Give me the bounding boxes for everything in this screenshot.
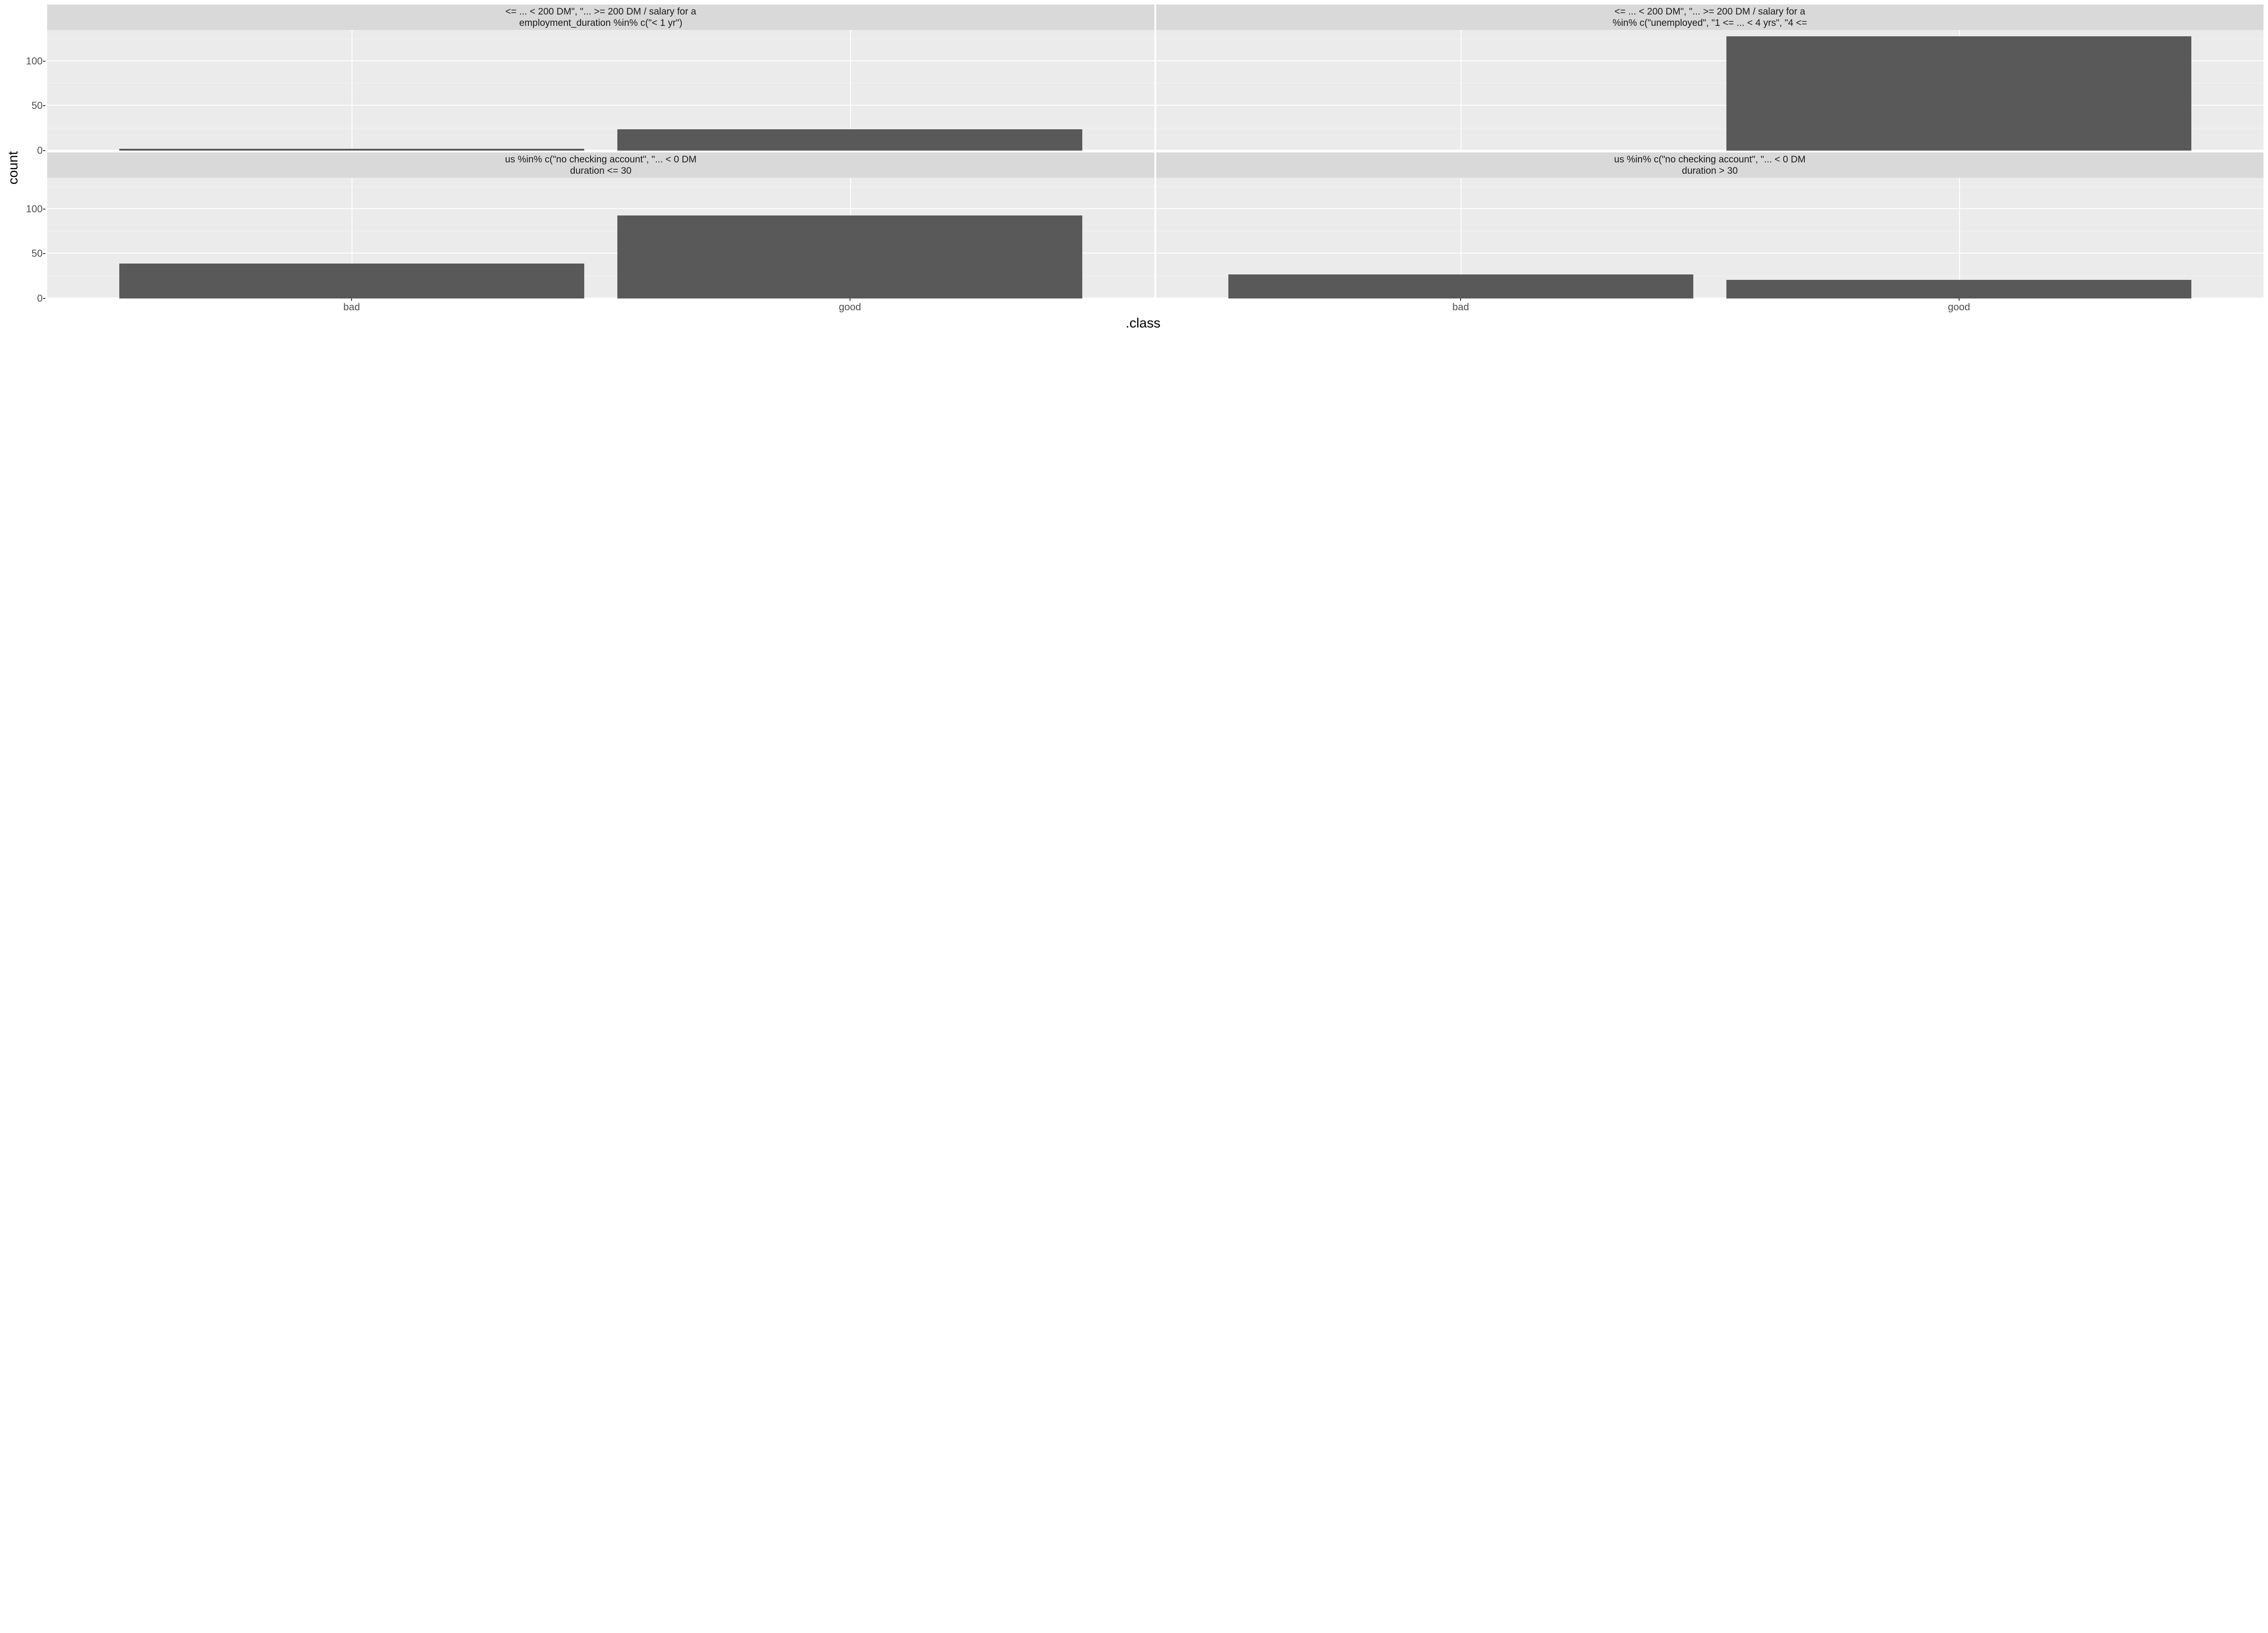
- y-axis-title-container: count: [5, 5, 23, 331]
- bar-bad: [119, 149, 584, 151]
- y-tick-label: 100: [26, 55, 43, 67]
- gridline-minor: [1156, 186, 2263, 187]
- facet-1-0: us %in% c("no checking account", "... < …: [47, 152, 1154, 298]
- y-tick-label: 50: [32, 100, 43, 112]
- strip-text-line2: duration <= 30: [570, 165, 631, 176]
- strip-text-line1: <= ... < 200 DM", "... >= 200 DM / salar…: [1614, 6, 1805, 17]
- x-tick-mark: [1959, 298, 1960, 301]
- x-tick-mark: [1460, 298, 1461, 301]
- y-tick-mark: [43, 209, 45, 210]
- y-ticks-row-1: 050100: [23, 152, 45, 298]
- chart-inner: 0 50 100 <= ... < 200 DM", "... >= 200 DM …: [23, 5, 2263, 331]
- bar-bad: [119, 264, 584, 298]
- faceted-bar-chart: count 0 50 100 <= ... < 200 DM", "... >= 2…: [5, 5, 2263, 331]
- strip-text-line1: <= ... < 200 DM", "... >= 200 DM / salar…: [505, 6, 696, 17]
- gridline-major: [47, 60, 1154, 61]
- gridline-major: [47, 208, 1154, 209]
- y-tick-mark: [43, 105, 45, 106]
- gridline-major: [1156, 253, 2263, 254]
- facet-strip: <= ... < 200 DM", "... >= 200 DM / salar…: [1156, 5, 2263, 30]
- strip-text-line2: %in% c("unemployed", "1 <= ... < 4 yrs",…: [1613, 17, 1807, 29]
- facet-1-1: us %in% c("no checking account", "... < …: [1156, 152, 2263, 298]
- x-tick-label: bad: [1452, 301, 1469, 313]
- y-tick-label: 100: [26, 203, 43, 215]
- x-tick-label: bad: [343, 301, 360, 313]
- x-axis-row: bad good bad good: [23, 298, 2263, 314]
- facet-strip: us %in% c("no checking account", "... < …: [47, 152, 1154, 178]
- facet-grid: 0 50 100 <= ... < 200 DM", "... >= 200 DM …: [23, 5, 2263, 298]
- strip-text-line1: us %in% c("no checking account", "... < …: [1614, 154, 1805, 165]
- y-ticks-row-0: 050100: [23, 5, 45, 151]
- y-tick-label: 0: [37, 293, 43, 304]
- bar-good: [1726, 280, 2191, 298]
- bar-bad: [1228, 274, 1693, 298]
- plot-panel: [1156, 30, 2263, 151]
- x-axis-title: .class: [23, 314, 2263, 331]
- y-tick-mark: [43, 253, 45, 254]
- bar-good: [617, 215, 1082, 298]
- y-tick-mark: [43, 150, 45, 151]
- strip-text-line2: employment_duration %in% c("< 1 yr"): [519, 17, 683, 29]
- plot-panel: [1156, 178, 2263, 298]
- x-tick-mark: [351, 298, 352, 301]
- bar-good: [1726, 36, 2191, 151]
- y-tick-label: 0: [37, 145, 43, 156]
- plot-panel: [47, 30, 1154, 151]
- x-tick-label: good: [1948, 301, 1970, 313]
- gridline-minor: [47, 186, 1154, 187]
- facet-strip: <= ... < 200 DM", "... >= 200 DM / salar…: [47, 5, 1154, 30]
- y-tick-label: 50: [32, 248, 43, 259]
- bar-good: [617, 129, 1082, 151]
- y-tick-mark: [43, 61, 45, 62]
- facet-strip: us %in% c("no checking account", "... < …: [1156, 152, 2263, 178]
- x-tick-label: good: [839, 301, 861, 313]
- gridline-major: [1156, 208, 2263, 209]
- strip-text-line1: us %in% c("no checking account", "... < …: [505, 154, 696, 165]
- x-ticks-col-1: bad good: [1156, 298, 2263, 314]
- y-axis-title: count: [6, 151, 21, 184]
- facet-0-0: <= ... < 200 DM", "... >= 200 DM / salar…: [47, 5, 1154, 151]
- y-tick-mark: [43, 298, 45, 299]
- plot-panel: [47, 178, 1154, 298]
- gridline-major: [47, 105, 1154, 106]
- x-ticks-col-0: bad good: [47, 298, 1154, 314]
- strip-text-line2: duration > 30: [1682, 165, 1738, 176]
- facet-0-1: <= ... < 200 DM", "... >= 200 DM / salar…: [1156, 5, 2263, 151]
